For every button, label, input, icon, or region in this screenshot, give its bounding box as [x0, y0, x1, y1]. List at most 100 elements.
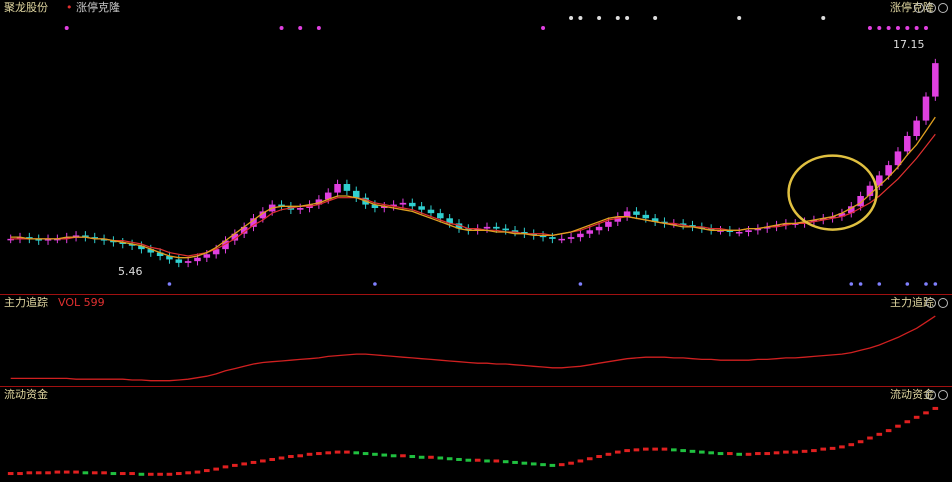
- liquidity-bar: [26, 471, 33, 475]
- liquidity-bar: [829, 446, 836, 450]
- liquidity-bar: [362, 452, 369, 456]
- liquidity-bar: [652, 447, 658, 451]
- liquidity-bar: [773, 451, 780, 455]
- liquidity-bar: [437, 456, 444, 460]
- ind2-toggle-icon[interactable]: [926, 390, 936, 400]
- liquidity-bar: [633, 448, 640, 452]
- close-icon[interactable]: [938, 3, 948, 13]
- candle: [623, 207, 631, 221]
- stock-name-label: 聚龙股份: [4, 1, 48, 14]
- toggle-icon[interactable]: [926, 3, 936, 13]
- candle-body: [334, 184, 341, 193]
- liquidity-bar: [577, 459, 584, 463]
- candle-body: [203, 254, 211, 258]
- liquidity-bar: [923, 411, 929, 415]
- liquidity-bar: [138, 472, 145, 476]
- liquidity-bar: [736, 452, 742, 456]
- liquidity-bar: [428, 455, 434, 459]
- liquidity-bar: [101, 471, 107, 475]
- liquidity-bar: [213, 467, 219, 471]
- liquidity-panel: 流动资金 流动资金: [0, 386, 952, 482]
- liquidity-bar: [624, 449, 630, 453]
- liquidity-bar: [586, 457, 593, 461]
- signal-marker: [737, 16, 742, 20]
- signal-marker: [653, 16, 658, 20]
- candle-body: [567, 237, 575, 239]
- ind1-close-icon[interactable]: [938, 298, 948, 308]
- liquidity-bar: [334, 450, 341, 454]
- signal-marker: [867, 26, 872, 30]
- settings-icon[interactable]: [914, 3, 924, 13]
- main-force-panel: 主力追踪 VOL 599 主力追踪: [0, 294, 952, 387]
- price-low-label: 5.46: [118, 265, 143, 278]
- candle-body: [296, 208, 304, 210]
- candle: [735, 227, 743, 237]
- liquidity-bar: [857, 440, 864, 444]
- candle: [44, 234, 52, 245]
- main-force-line: [10, 315, 936, 382]
- liquidity-bar: [783, 450, 789, 454]
- candle: [754, 224, 762, 235]
- candle-body: [605, 221, 612, 227]
- candle: [922, 92, 930, 125]
- signal-marker: [905, 26, 910, 30]
- candle: [838, 208, 846, 221]
- liquidity-bar: [689, 449, 696, 453]
- liquidity-bar: [446, 457, 453, 461]
- liquidity-bar: [764, 452, 771, 456]
- signal-marker: [167, 282, 172, 286]
- price-chart-svg: [7, 16, 939, 286]
- candle: [511, 226, 519, 237]
- liquidity-bar: [418, 455, 425, 459]
- liquidity-bar: [717, 452, 724, 456]
- liquidity-bar: [17, 472, 23, 476]
- liquidity-bar: [549, 463, 556, 467]
- ind2-close-icon[interactable]: [938, 390, 948, 400]
- liquidity-bar: [390, 454, 397, 458]
- signal-marker: [858, 282, 863, 286]
- liquidity-bar: [895, 424, 901, 428]
- liquidity-bar: [91, 471, 98, 475]
- liquidity-bar: [456, 457, 462, 461]
- liquidity-bar: [484, 459, 490, 463]
- ind1-toggle-icon[interactable]: [926, 298, 936, 308]
- liquidity-bar: [54, 470, 61, 474]
- liquidity-bar: [839, 445, 845, 449]
- candle-body: [595, 226, 603, 231]
- liquidity-bar: [147, 472, 154, 476]
- liquidity-bar: [278, 456, 285, 460]
- price-chart-panel: 聚龙股份 • 涨停克隆 涨停克隆 17.15 5.46: [0, 0, 952, 294]
- liquidity-bar: [232, 463, 238, 467]
- candle-body: [175, 259, 183, 263]
- candle-body: [932, 63, 939, 97]
- liquidity-bar: [502, 460, 509, 464]
- liquidity-bar: [745, 452, 752, 456]
- liquidity-bar: [35, 471, 42, 475]
- liquidity-bar: [512, 460, 518, 464]
- liquidity-bar: [73, 470, 79, 474]
- liquidity-bar: [297, 454, 304, 458]
- liquidity-bar: [204, 469, 210, 473]
- signal-marker: [541, 26, 546, 30]
- liquidity-bar: [381, 453, 388, 457]
- signal-marker: [373, 282, 377, 286]
- signal-marker: [578, 282, 583, 286]
- liquidity-bar: [110, 472, 117, 476]
- signal-marker: [821, 16, 826, 20]
- main-force-value: VOL 599: [58, 296, 105, 309]
- liquidity-bar: [540, 463, 546, 467]
- candle-body: [343, 184, 351, 191]
- liquidity-bar: [465, 458, 472, 462]
- signal-marker: [933, 282, 938, 286]
- candle-body: [399, 202, 407, 205]
- candle-body: [493, 226, 500, 229]
- liquidity-bar: [474, 458, 481, 462]
- liquidity-bar: [801, 449, 808, 453]
- indicator-dot-icon: •: [66, 1, 73, 14]
- liquidity-bar: [129, 472, 135, 476]
- candle: [343, 179, 351, 196]
- ma-slow-line: [10, 133, 936, 257]
- liquidity-bar: [671, 448, 677, 452]
- signal-marker: [578, 16, 583, 20]
- liquidity-bar: [727, 452, 733, 456]
